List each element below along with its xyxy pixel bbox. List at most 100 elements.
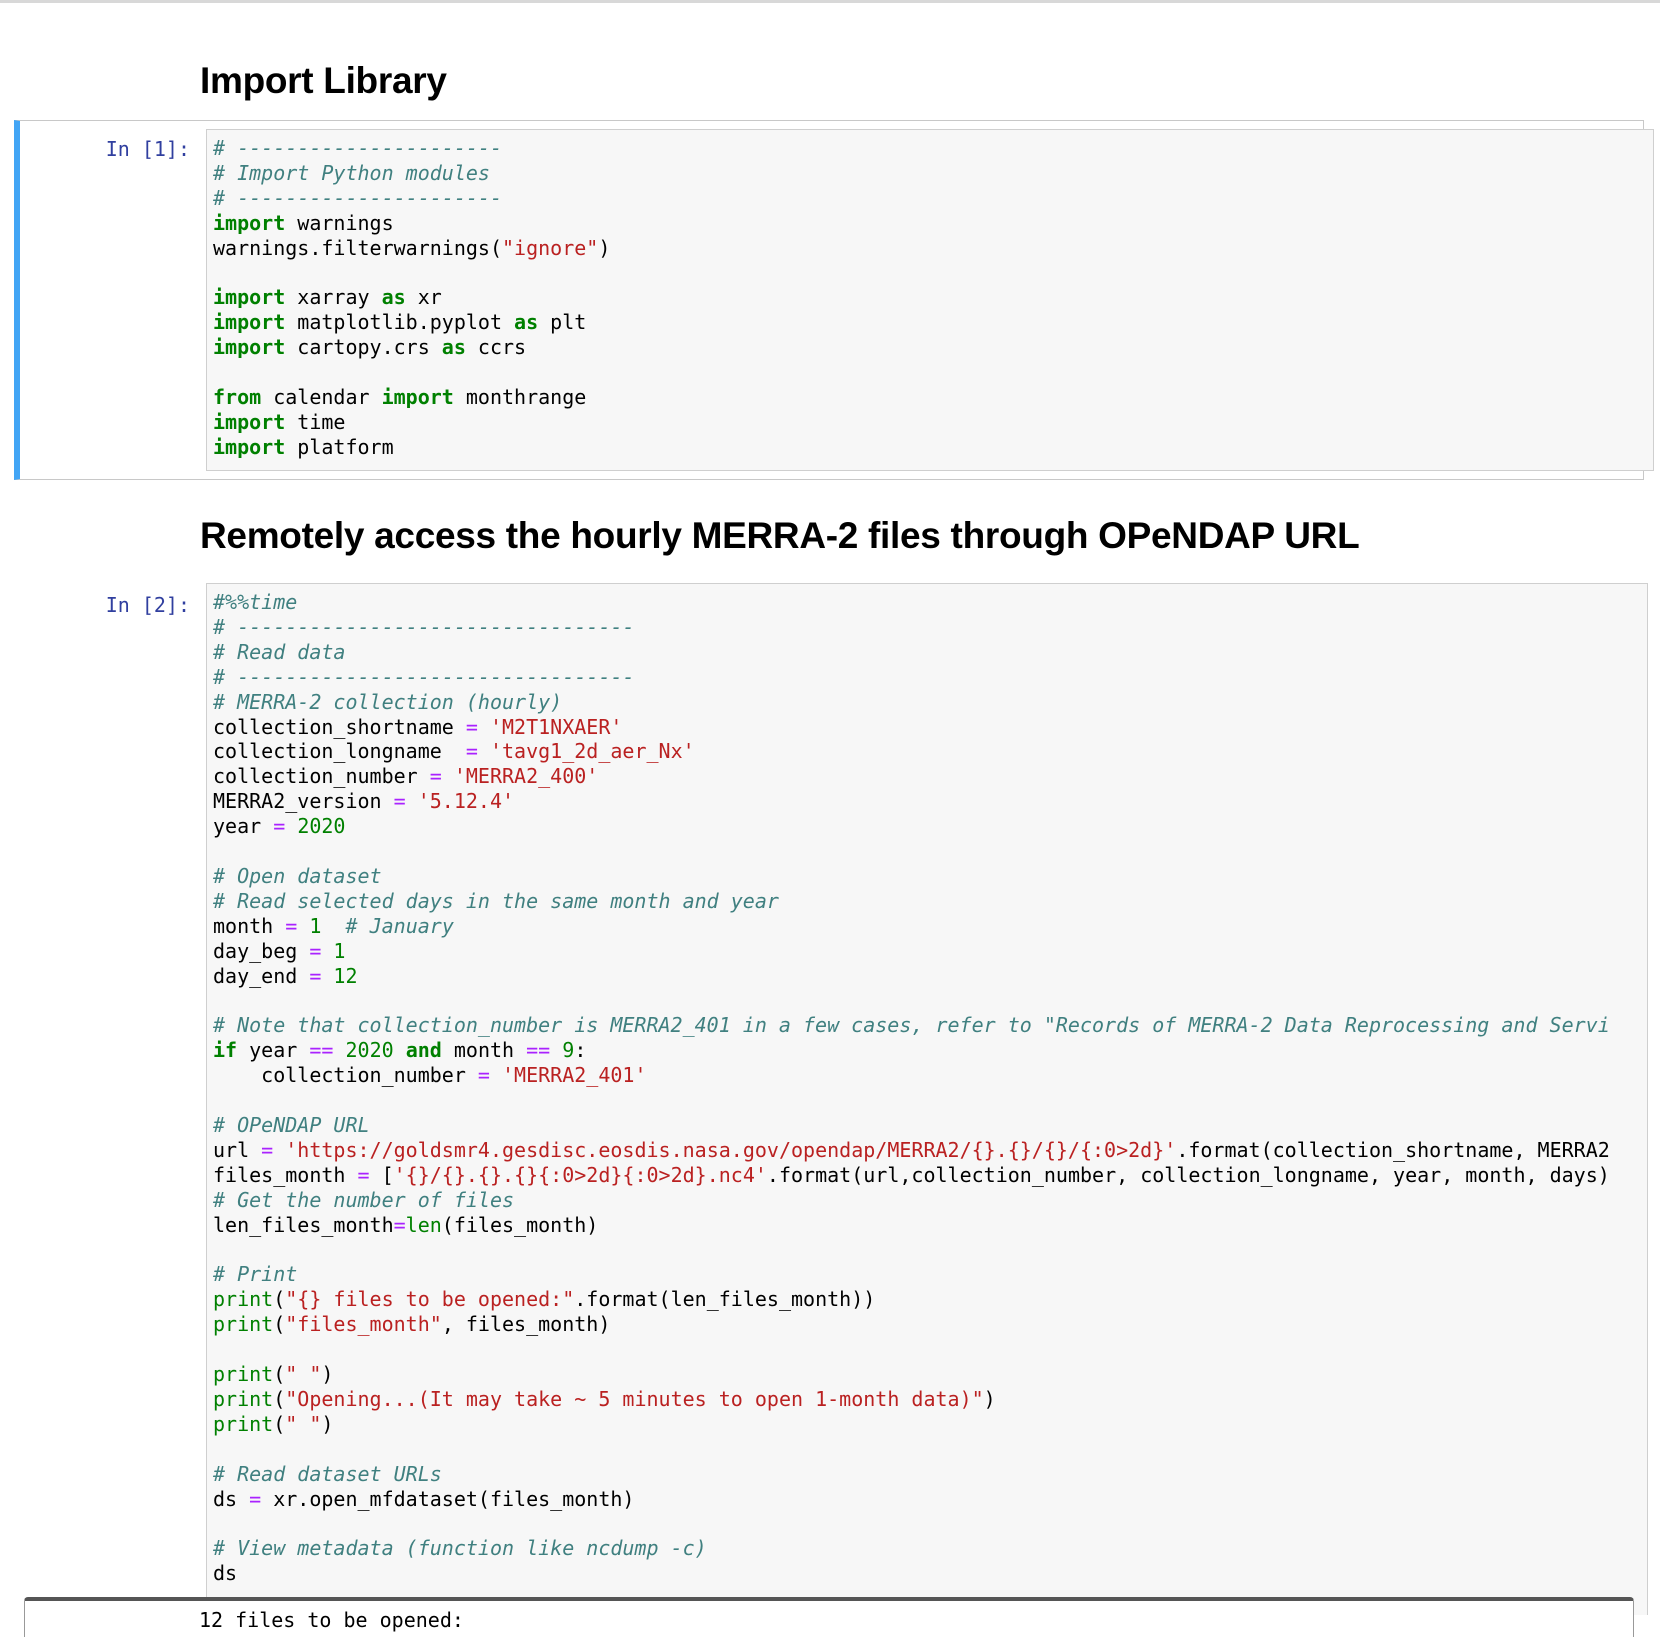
code-comment: # Read selected days in the same month a… (213, 888, 779, 913)
code-line: # Import Python modules (213, 161, 490, 185)
code-operator: = (465, 739, 478, 764)
code-text: ( (273, 1387, 286, 1411)
code-text: url (213, 1137, 262, 1162)
code-text: collection_number (213, 764, 430, 789)
code-keyword: import (381, 385, 454, 410)
code-editor[interactable]: # ---------------------- # Import Python… (206, 129, 1654, 471)
code-text: year (237, 1038, 310, 1063)
code-block: # ---------------------- # Import Python… (207, 130, 1653, 460)
code-comment: # Import Python modules (213, 160, 490, 185)
code-operator: = (393, 789, 406, 814)
code-line: collection_number = 'MERRA2_400' (213, 764, 598, 788)
code-keyword: import (213, 285, 286, 310)
code-block: #%%time # ------------------------------… (207, 584, 1647, 1586)
code-text: (files_month) (441, 1212, 599, 1237)
code-line: url = 'https://goldsmr4.gesdisc.eosdis.n… (213, 1138, 1610, 1162)
code-string: "{} files to be opened:" (285, 1287, 575, 1312)
code-text: ccrs (465, 335, 527, 360)
code-keyword: import (213, 409, 286, 434)
code-text: .format(collection_shortname, MERRA2 (1176, 1137, 1610, 1162)
code-operator: == (526, 1038, 551, 1063)
code-cell-1[interactable]: In [1]: # ---------------------- # Impor… (14, 120, 1654, 480)
code-comment: #%%time (213, 590, 298, 614)
code-line: #%%time (213, 590, 297, 614)
code-keyword: import (213, 210, 286, 235)
code-line: # --------------------------------- (213, 665, 634, 689)
code-text: ) (321, 1411, 334, 1436)
code-text: platform (285, 434, 394, 459)
markdown-heading-import-library: Import Library (200, 60, 447, 101)
code-comment: # ---------------------- (213, 185, 502, 210)
code-text: day_beg (213, 938, 310, 963)
code-text: warnings (285, 210, 394, 235)
code-comment: # Open dataset (213, 863, 382, 888)
code-keyword: as (441, 335, 466, 360)
input-prompt: In [2]: (105, 593, 190, 617)
code-line: # View metadata (function like ncdump -c… (213, 1536, 707, 1560)
code-builtin: print (213, 1387, 274, 1411)
code-comment: # MERRA-2 collection (hourly) (213, 689, 563, 714)
code-keyword: and (405, 1038, 442, 1063)
code-keyword: import (213, 310, 286, 335)
code-line: import matplotlib.pyplot as plt (213, 310, 586, 334)
code-text: ( (273, 1312, 286, 1337)
code-line: MERRA2_version = '5.12.4' (213, 789, 514, 813)
code-text: ds (213, 1486, 250, 1511)
code-operator: = (465, 714, 478, 739)
code-keyword: as (381, 285, 406, 310)
code-text: .format(len_files_month)) (574, 1287, 876, 1312)
code-comment: # Read dataset URLs (213, 1461, 442, 1486)
code-comment: # Print (213, 1262, 298, 1287)
code-comment: # View metadata (function like ncdump -c… (213, 1536, 707, 1561)
code-line: collection_number = 'MERRA2_401' (213, 1063, 646, 1088)
toolbar-divider (0, 0, 1660, 3)
code-string: '5.12.4' (417, 789, 515, 814)
code-text: warnings.filterwarnings( (213, 235, 502, 260)
code-cell-2[interactable]: In [2]: #%%time # ----------------------… (14, 575, 1648, 1615)
code-comment: # Get the number of files (213, 1187, 515, 1212)
code-operator: = (477, 1063, 490, 1088)
code-line: print("files_month", files_month) (213, 1312, 610, 1336)
code-text: cartopy.crs (285, 335, 442, 360)
code-line: # Open dataset (213, 864, 382, 888)
code-string: 'https://goldsmr4.gesdisc.eosdis.nasa.go… (285, 1137, 1177, 1162)
code-line: # ---------------------- (213, 186, 502, 210)
code-builtin: len (405, 1212, 442, 1237)
code-text: monthrange (453, 385, 587, 410)
code-text: MERRA2_version (213, 789, 394, 814)
code-string: " " (285, 1411, 322, 1436)
code-operator: = (309, 963, 322, 988)
code-line: import platform (213, 435, 394, 459)
code-text: ) (321, 1362, 334, 1387)
markdown-heading-remote-access: Remotely access the hourly MERRA-2 files… (200, 515, 1360, 556)
code-line: day_end = 12 (213, 964, 358, 988)
code-editor[interactable]: #%%time # ------------------------------… (206, 583, 1648, 1615)
code-comment: # Note that collection_number is MERRA2_… (213, 1013, 1610, 1038)
code-operator: = (393, 1212, 406, 1237)
code-operator: = (285, 913, 298, 938)
code-number: 1 (333, 938, 346, 963)
code-line: import time (213, 410, 345, 434)
code-operator: = (309, 938, 322, 963)
code-string: "files_month" (285, 1312, 442, 1337)
code-keyword: as (514, 310, 539, 335)
code-line: # Read selected days in the same month a… (213, 889, 779, 913)
code-text: plt (538, 310, 587, 335)
code-keyword: from (213, 385, 262, 410)
code-line: import xarray as xr (213, 285, 442, 309)
code-text: collection_number (213, 1063, 478, 1088)
code-operator: = (261, 1137, 274, 1162)
code-line: day_beg = 1 (213, 939, 345, 963)
code-keyword: import (213, 434, 286, 459)
code-number: 12 (333, 963, 358, 988)
code-text: ds (213, 1561, 238, 1586)
code-text: month (441, 1038, 527, 1063)
code-string: 'MERRA2_400' (453, 764, 599, 789)
